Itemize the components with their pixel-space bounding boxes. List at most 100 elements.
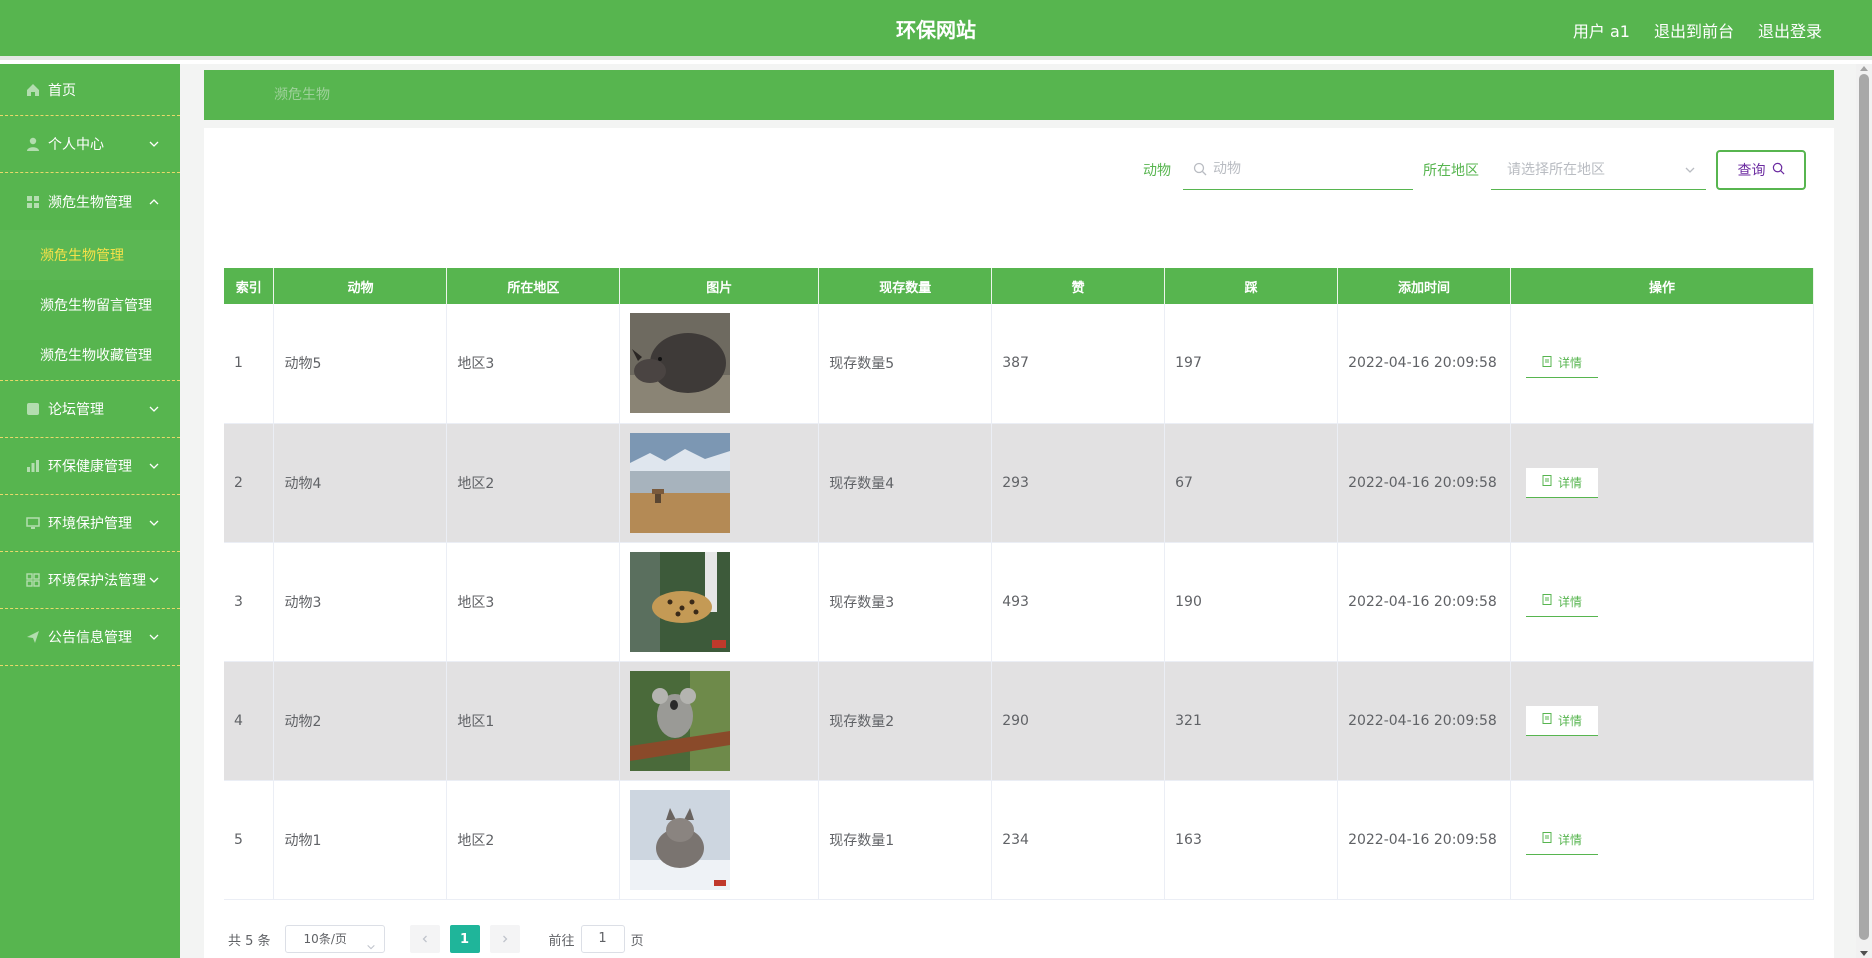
- cell-actions: 详情: [1510, 423, 1814, 543]
- cell-animal: 动物5: [273, 304, 448, 424]
- sidebar-item-label: 濒危生物管理: [48, 194, 132, 211]
- goto-page-input[interactable]: 1: [580, 925, 625, 953]
- cell-actions: 详情: [1510, 304, 1814, 424]
- scroll-down-icon[interactable]: [1860, 951, 1868, 956]
- user-name[interactable]: 用户 a1: [1573, 18, 1630, 42]
- cell-actions: 详情: [1510, 661, 1814, 781]
- sidebar-item-label: 环境保护法管理: [48, 573, 146, 589]
- cell-region: 地区3: [446, 542, 621, 662]
- prev-page-button[interactable]: [409, 925, 440, 953]
- sidebar-item-environment-law[interactable]: 环境保护法管理: [0, 552, 180, 609]
- scrollbar-thumb[interactable]: [1859, 74, 1869, 940]
- column-header: 现存数量: [818, 268, 993, 304]
- cell-index: 5: [224, 780, 275, 900]
- koala-photo: [630, 670, 731, 771]
- user-icon: [24, 135, 42, 153]
- query-button[interactable]: 查询: [1716, 150, 1806, 190]
- cell-count: 现存数量3: [818, 542, 993, 662]
- detail-button-label: 详情: [1558, 713, 1583, 728]
- cell-likes: 290: [991, 661, 1166, 781]
- sidebar-item-forum[interactable]: 论坛管理: [0, 381, 180, 438]
- cell-dislikes: 67: [1164, 423, 1339, 543]
- column-header: 操作: [1510, 268, 1814, 304]
- cell-time: 2022-04-16 20:09:58: [1337, 542, 1512, 662]
- detail-button[interactable]: 详情: [1526, 824, 1599, 855]
- next-page-button[interactable]: [489, 925, 520, 953]
- chevron-down-icon: [1684, 164, 1696, 180]
- sidebar-item-label: 个人中心: [48, 137, 104, 153]
- forum-icon: [24, 400, 42, 418]
- fox-snow-photo: [630, 789, 731, 890]
- sidebar-item-endangered-management[interactable]: 濒危生物管理: [0, 173, 180, 230]
- detail-button[interactable]: 详情: [1526, 705, 1599, 736]
- sidebar-item-health[interactable]: 环保健康管理: [0, 438, 180, 495]
- cell-time: 2022-04-16 20:09:58: [1337, 661, 1512, 781]
- goto-suffix: 页: [630, 933, 644, 949]
- cell-animal: 动物3: [273, 542, 448, 662]
- cell-animal: 动物4: [273, 423, 448, 543]
- detail-button[interactable]: 详情: [1526, 586, 1599, 617]
- page-scrollbar[interactable]: [1856, 64, 1872, 958]
- total-count: 共 5 条: [228, 933, 271, 949]
- column-header: 赞: [991, 268, 1166, 304]
- sidebar-item-label: 环保健康管理: [48, 459, 132, 475]
- scroll-up-icon[interactable]: [1860, 66, 1868, 71]
- breadcrumb-item[interactable]: 濒危生物: [274, 70, 330, 120]
- cell-index: 2: [224, 423, 275, 543]
- logout-link[interactable]: 退出登录: [1758, 18, 1822, 42]
- cell-count: 现存数量2: [818, 661, 993, 781]
- cell-likes: 387: [991, 304, 1166, 424]
- chevron-down-icon: [148, 403, 160, 415]
- cell-likes: 293: [991, 423, 1166, 543]
- cell-likes: 234: [991, 780, 1166, 900]
- exit-to-front-link[interactable]: 退出到前台: [1654, 18, 1734, 42]
- region-select[interactable]: 请选择所在地区: [1491, 150, 1706, 190]
- cell-region: 地区1: [446, 661, 621, 781]
- sidebar-item-personal-center[interactable]: 个人中心: [0, 116, 180, 173]
- sidebar-item-label: 环境保护管理: [48, 516, 132, 532]
- sidebar-item-environment[interactable]: 环境保护管理: [0, 495, 180, 552]
- page-number-current[interactable]: 1: [449, 925, 480, 953]
- query-button-label: 查询: [1737, 163, 1766, 179]
- cell-region: 地区3: [446, 304, 621, 424]
- cell-image: [619, 780, 820, 900]
- detail-button[interactable]: 详情: [1526, 467, 1599, 498]
- cell-count: 现存数量1: [818, 780, 993, 900]
- cell-actions: 详情: [1510, 780, 1814, 900]
- cell-actions: 详情: [1510, 542, 1814, 662]
- cell-region: 地区2: [446, 423, 621, 543]
- animal-search-input[interactable]: [1213, 150, 1403, 188]
- sidebar-subitem-endangered-favorites[interactable]: 濒危生物收藏管理: [0, 330, 180, 380]
- column-header: 图片: [619, 268, 820, 304]
- cell-image: [619, 423, 820, 543]
- cell-index: 1: [224, 304, 275, 424]
- sidebar-item-announcement[interactable]: 公告信息管理: [0, 609, 180, 666]
- chevron-down-icon: [148, 517, 160, 529]
- table-row: 2 动物4 地区2 现存数量4 293 67 2022-04-16 20:09:…: [224, 423, 1814, 543]
- chevron-left-icon: [422, 935, 427, 943]
- sidebar-item-home[interactable]: 首页: [0, 64, 180, 116]
- grid-icon: [24, 193, 42, 211]
- document-icon: [1542, 475, 1552, 489]
- cell-index: 4: [224, 661, 275, 781]
- sidebar-subitem-endangered-comments[interactable]: 濒危生物留言管理: [0, 280, 180, 330]
- home-icon: [24, 81, 42, 99]
- send-icon: [24, 628, 42, 646]
- top-header: 环保网站 用户 a1 退出到前台 退出登录: [0, 0, 1872, 60]
- endangered-table: 索引 动物 所在地区 图片 现存数量 赞 踩 添加时间 操作 1 动物5 地区3: [224, 268, 1814, 900]
- detail-button[interactable]: 详情: [1526, 348, 1599, 379]
- animal-search-field[interactable]: [1183, 150, 1413, 190]
- header-actions: 用户 a1 退出到前台 退出登录: [1573, 0, 1822, 60]
- goto-prefix: 前往: [548, 933, 575, 949]
- cell-image: [619, 304, 820, 424]
- cell-region: 地区2: [446, 780, 621, 900]
- page-size-select[interactable]: 10条/页: [284, 925, 385, 953]
- column-header: 动物: [273, 268, 448, 304]
- cell-count: 现存数量4: [818, 423, 993, 543]
- cell-image: [619, 542, 820, 662]
- pagination: 共 5 条 10条/页 1 前往 1 页: [228, 924, 644, 954]
- sidebar-subitem-endangered[interactable]: 濒危生物管理: [0, 230, 180, 280]
- sidebar-item-label: 论坛管理: [48, 402, 104, 418]
- detail-button-label: 详情: [1558, 475, 1583, 490]
- leopard-photo: [630, 551, 731, 652]
